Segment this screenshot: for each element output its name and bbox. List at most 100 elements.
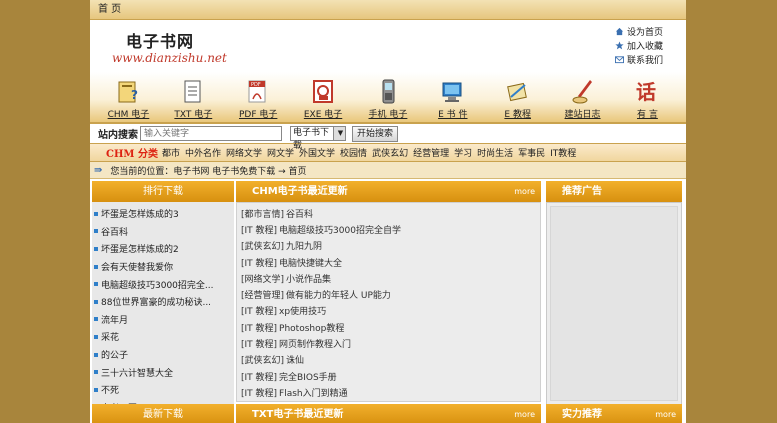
header: 电子书网 www.dianzishu.net 设为首页 加入收藏 联系我们 [90, 20, 686, 72]
chm-updates-header: CHM电子书最近更新 more [236, 181, 541, 202]
svg-text:话: 话 [636, 80, 656, 104]
pdf-icon: PDF [248, 80, 266, 103]
ranking-panel: 排行下载 坏蛋是怎样炼成的3 谷百科 坏蛋是怎样炼成的2 会有天使替我爱你 电脑… [92, 181, 234, 414]
bullet-icon [94, 246, 98, 251]
category-link[interactable]: 中外名作 [185, 146, 221, 159]
contact-link[interactable]: 联系我们 [615, 52, 663, 66]
nav-blog-label: 建站日志 [564, 110, 601, 120]
category-link[interactable]: 网文学 [267, 146, 294, 159]
list-item[interactable]: [网络文学] 小说作品集 [237, 270, 540, 286]
list-item[interactable]: [IT 教程] Photoshop教程 [237, 319, 540, 335]
category-link[interactable]: 校园情 [340, 146, 367, 159]
set-homepage-label: 设为首页 [627, 27, 664, 38]
txt-updates-header: TXT电子书最近更新 more [236, 404, 541, 423]
ads-panel: 推荐广告 [546, 181, 682, 405]
txt-icon [184, 80, 201, 103]
tutorial-icon [506, 82, 527, 102]
nav-txt[interactable]: TXT 电子 [165, 77, 221, 120]
list-item[interactable]: [武侠玄幻] 九阳九阴 [237, 238, 540, 254]
list-item[interactable]: [都市言情] 谷百科 [237, 205, 540, 221]
list-item[interactable]: [经营管理] 做有能力的年轻人 UP能力 [237, 286, 540, 302]
chm-updates-title: CHM电子书最近更新 [252, 186, 348, 197]
contact-label: 联系我们 [627, 55, 664, 66]
category-link[interactable]: 武侠玄幻 [372, 146, 408, 159]
mail-icon [615, 55, 624, 63]
list-item[interactable]: [IT 教程] 电脑超级技巧3000招完全自学 [237, 221, 540, 237]
category-link[interactable]: IT教程 [550, 146, 576, 159]
more-link[interactable]: more [514, 404, 535, 423]
category-title: CHM 分类 [106, 149, 158, 160]
ads-header: 推荐广告 [546, 181, 682, 202]
search-type-select[interactable]: 电子书下载 ▼ [290, 126, 346, 151]
nav-message-label: 有 言 [637, 110, 658, 120]
nav-software[interactable]: E 书 件 [425, 77, 481, 120]
category-link[interactable]: 学习 [454, 146, 472, 159]
home-link[interactable]: 首 页 [98, 4, 121, 15]
location-bar: ⇛ 您当前的位置：电子书网 电子书免费下载 → 首页 [90, 162, 686, 179]
nav-chm[interactable]: ? CHM 电子 [100, 77, 156, 120]
more-link[interactable]: more [514, 181, 535, 202]
search-input[interactable] [140, 126, 282, 141]
svg-text:PDF: PDF [251, 82, 261, 88]
arrow-right-icon: ⇛ [94, 164, 103, 176]
nav-tutorial[interactable]: E 教程 [490, 77, 546, 120]
list-item[interactable]: 会有天使替我爱你 [92, 258, 234, 276]
software-icon [442, 82, 462, 102]
nav-phone-label: 手机 电子 [368, 110, 408, 120]
nav-pdf[interactable]: PDF PDF 电子 [230, 77, 286, 120]
list-item[interactable]: 88位世界富豪的成功秘诀... [92, 293, 234, 311]
bullet-icon [94, 352, 98, 357]
nav-chm-label: CHM 电子 [107, 110, 150, 120]
more-link[interactable]: more [655, 404, 676, 423]
message-icon: 话 [636, 80, 656, 104]
header-links: 设为首页 加入收藏 联系我们 [615, 24, 663, 66]
bullet-icon [94, 317, 98, 322]
home-icon [615, 27, 624, 35]
add-favorite-link[interactable]: 加入收藏 [615, 38, 663, 52]
search-button[interactable]: 开始搜索 [352, 125, 399, 142]
bullet-icon [94, 299, 98, 304]
add-favorite-label: 加入收藏 [627, 41, 664, 52]
list-item[interactable]: 谷百科 [92, 223, 234, 241]
bullet-icon [94, 334, 98, 339]
search-bar: 站内搜索 电子书下载 ▼ 开始搜索 [90, 124, 686, 151]
chm-updates-list: [都市言情] 谷百科 [IT 教程] 电脑超级技巧3000招完全自学 [武侠玄幻] 九… [236, 202, 541, 402]
site-domain: www.dianzishu.net [112, 51, 227, 65]
category-link[interactable]: 外国文学 [299, 146, 335, 159]
list-item[interactable]: 采花 [92, 328, 234, 346]
nav-blog[interactable]: 建站日志 [555, 77, 611, 120]
bullet-icon [94, 282, 98, 287]
breadcrumb: 您当前的位置：电子书网 电子书免费下载 → 首页 [110, 166, 307, 177]
phone-icon [382, 79, 395, 104]
nav-exe[interactable]: EXE 电子 [295, 77, 351, 120]
category-link[interactable]: 网络文学 [226, 146, 262, 159]
chm-icon: ? [118, 81, 138, 103]
list-item[interactable]: 坏蛋是怎样炼成的3 [92, 205, 234, 223]
list-item[interactable]: [IT 教程] 网页制作教程入门 [237, 335, 540, 351]
site-logo[interactable]: 电子书网 [126, 28, 194, 52]
latest-downloads-header: 最新下载 [92, 404, 234, 423]
nav-phone[interactable]: 手机 电子 [360, 77, 416, 120]
category-link[interactable]: 军事民 [518, 146, 545, 159]
list-item[interactable]: [IT 教程] 完全BIOS手册 [237, 368, 540, 384]
list-item[interactable]: [IT 教程] xp使用技巧 [237, 303, 540, 319]
category-link[interactable]: 时尚生活 [477, 146, 513, 159]
list-item[interactable]: [IT 教程] 电脑快捷键大全 [237, 254, 540, 270]
list-item[interactable]: 坏蛋是怎样炼成的2 [92, 240, 234, 258]
list-item[interactable]: 电脑超级技巧3000招完全... [92, 275, 234, 293]
category-link[interactable]: 都市 [162, 146, 180, 159]
page-container: 首 页 电子书网 www.dianzishu.net 设为首页 加入收藏 联系我… [90, 0, 686, 423]
list-item[interactable]: 的公子 [92, 346, 234, 364]
category-link[interactable]: 经营管理 [413, 146, 449, 159]
chevron-down-icon: ▼ [333, 127, 345, 140]
set-homepage-link[interactable]: 设为首页 [615, 24, 663, 38]
ad-slot[interactable] [550, 206, 678, 401]
recommend-header: 实力推荐 more [546, 404, 682, 423]
list-item[interactable]: [武侠玄幻] 诛仙 [237, 352, 540, 368]
list-item[interactable]: [IT 教程] Flash入门到精通 [237, 384, 540, 400]
nav-message[interactable]: 话 有 言 [619, 77, 675, 120]
list-item[interactable]: 不死 [92, 381, 234, 399]
list-item[interactable]: 三十六计智慧大全 [92, 363, 234, 381]
list-item[interactable]: 流年月 [92, 311, 234, 329]
chm-updates-panel: CHM电子书最近更新 more [都市言情] 谷百科 [IT 教程] 电脑超级技巧3… [236, 181, 541, 402]
